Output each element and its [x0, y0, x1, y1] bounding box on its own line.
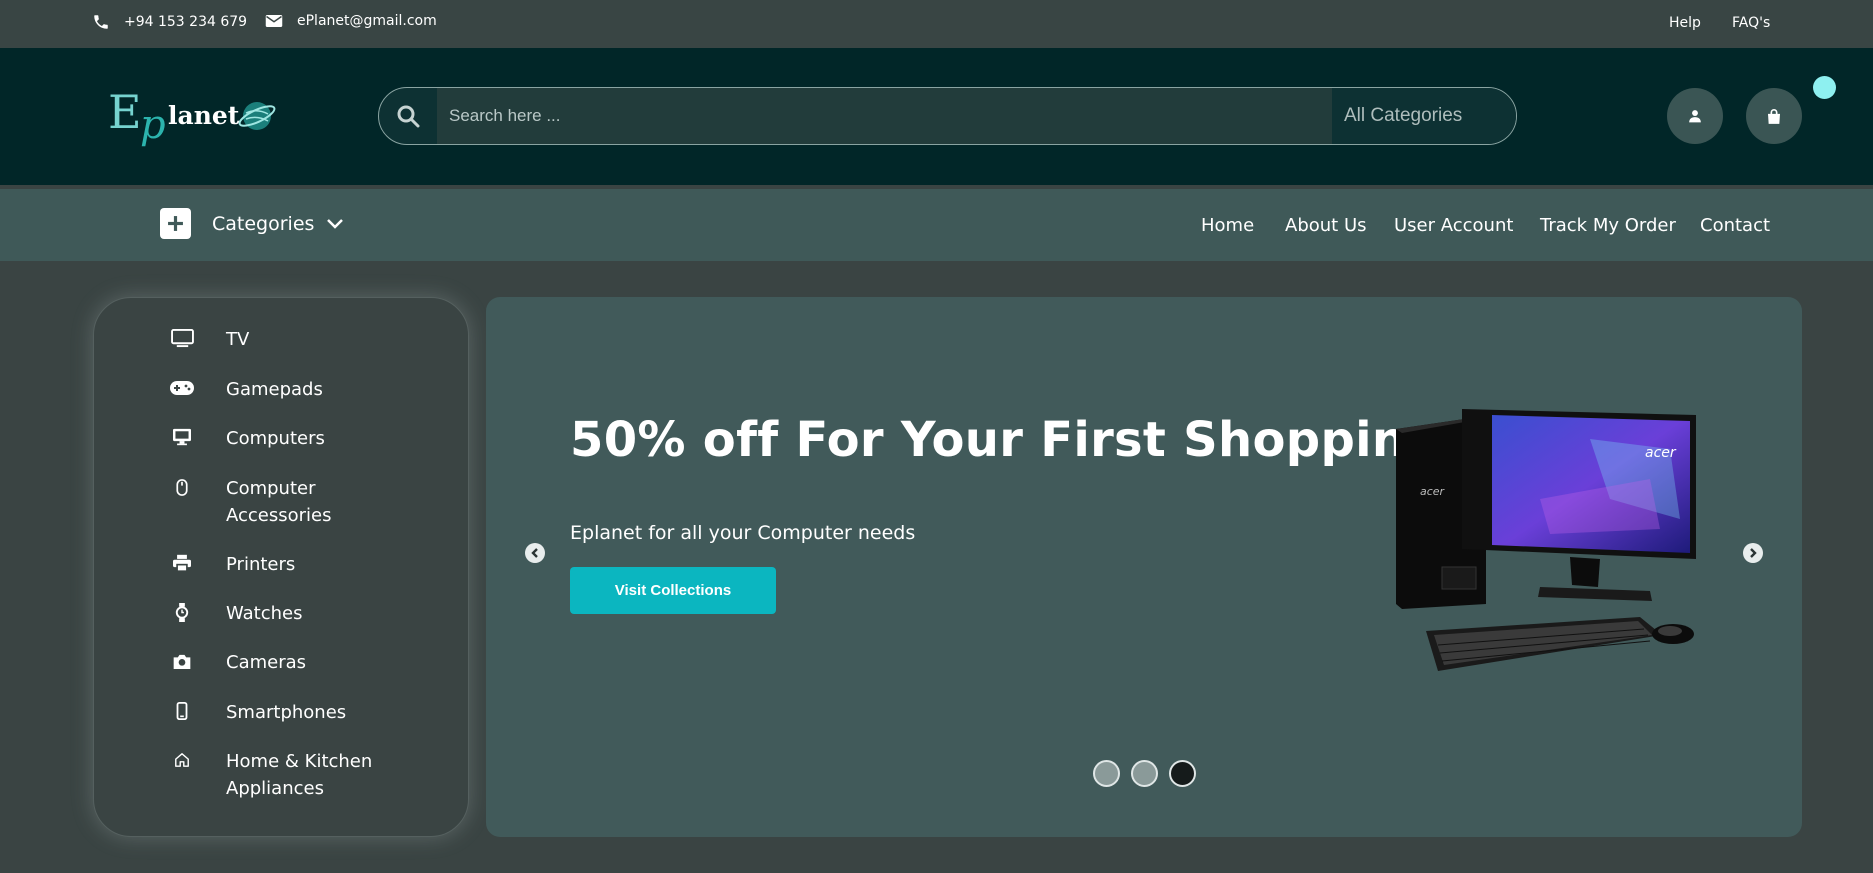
- nav-track-my-order[interactable]: Track My Order: [1540, 215, 1676, 236]
- carousel-prev-button[interactable]: [525, 543, 545, 563]
- phone-contact: +94 153 234 679: [92, 13, 247, 31]
- svg-text:lanet: lanet: [168, 101, 240, 130]
- sidebar-item-cameras[interactable]: Cameras: [94, 649, 470, 679]
- plus-icon: [160, 208, 191, 239]
- nav-contact[interactable]: Contact: [1700, 215, 1770, 236]
- printer-icon: [169, 553, 195, 573]
- logo[interactable]: E p lanet: [108, 85, 278, 148]
- sidebar-item-tv[interactable]: TV: [94, 326, 470, 356]
- desktop-icon: [169, 427, 195, 447]
- search-input[interactable]: [437, 88, 1332, 144]
- nav-user-account[interactable]: User Account: [1394, 215, 1513, 236]
- svg-text:p: p: [140, 102, 166, 148]
- sidebar-item-printers[interactable]: Printers: [94, 551, 470, 581]
- chevron-down-icon: [327, 218, 344, 229]
- monitor-brand-label: acer: [1645, 445, 1677, 461]
- help-link[interactable]: Help: [1669, 15, 1701, 31]
- search-icon: [397, 105, 420, 128]
- carousel-dot-1[interactable]: [1093, 760, 1120, 787]
- mouse-icon: [169, 477, 195, 497]
- visit-collections-button[interactable]: Visit Collections: [570, 567, 776, 614]
- user-account-button[interactable]: [1667, 88, 1723, 144]
- search-button[interactable]: [379, 88, 437, 144]
- home-icon: [169, 750, 195, 770]
- header: E p lanet All Categories: [0, 48, 1873, 185]
- watch-icon: [169, 602, 195, 622]
- top-bar: +94 153 234 679 ePlanet@gmail.com Help F…: [0, 0, 1873, 48]
- carousel-dot-3[interactable]: [1169, 760, 1196, 787]
- product-brand-label: acer: [1420, 485, 1446, 498]
- email-contact: ePlanet@gmail.com: [265, 13, 437, 29]
- chevron-right-icon: [1750, 548, 1757, 558]
- sidebar-item-computers[interactable]: Computers: [94, 425, 470, 455]
- phone-icon: [94, 15, 108, 29]
- sidebar-item-computer-accessories[interactable]: Computer Accessories: [94, 475, 470, 531]
- nav-home[interactable]: Home: [1201, 215, 1254, 236]
- main-nav: Categories Home About Us User Account Tr…: [0, 189, 1873, 261]
- sidebar-item-smartphones[interactable]: Smartphones: [94, 699, 470, 729]
- chevron-left-icon: [531, 548, 538, 558]
- shopping-bag-icon: [1768, 108, 1780, 124]
- gamepad-icon: [169, 378, 195, 398]
- hero-title: 50% off For Your First Shopping: [570, 412, 1442, 468]
- smartphone-icon: [169, 701, 195, 721]
- category-select[interactable]: All Categories: [1332, 88, 1516, 144]
- tv-icon: [169, 328, 195, 348]
- carousel-next-button[interactable]: [1743, 543, 1763, 563]
- email-address: ePlanet@gmail.com: [297, 13, 437, 29]
- category-sidebar: TV Gamepads Computers Computer Accessori…: [93, 297, 469, 837]
- faq-link[interactable]: FAQ's: [1732, 15, 1770, 31]
- carousel-dot-2[interactable]: [1131, 760, 1158, 787]
- hero-subtitle: Eplanet for all your Computer needs: [570, 522, 916, 544]
- categories-toggle[interactable]: Categories: [160, 208, 344, 239]
- nav-about-us[interactable]: About Us: [1285, 215, 1367, 236]
- categories-label: Categories: [212, 212, 315, 235]
- cart-button[interactable]: [1746, 88, 1802, 144]
- svg-text:E: E: [108, 88, 142, 139]
- product-image-desktop: acer acer: [1396, 409, 1696, 671]
- sidebar-item-home-kitchen[interactable]: Home & Kitchen Appliances: [94, 748, 470, 804]
- hero-carousel: 50% off For Your First Shopping Eplanet …: [486, 297, 1802, 837]
- sidebar-item-gamepads[interactable]: Gamepads: [94, 376, 470, 406]
- sidebar-item-watches[interactable]: Watches: [94, 600, 470, 630]
- search-bar: All Categories: [378, 87, 1517, 145]
- user-icon: [1689, 110, 1701, 123]
- camera-icon: [169, 651, 195, 671]
- phone-number: +94 153 234 679: [124, 14, 248, 30]
- envelope-icon: [265, 15, 283, 27]
- cart-badge: [1813, 76, 1836, 99]
